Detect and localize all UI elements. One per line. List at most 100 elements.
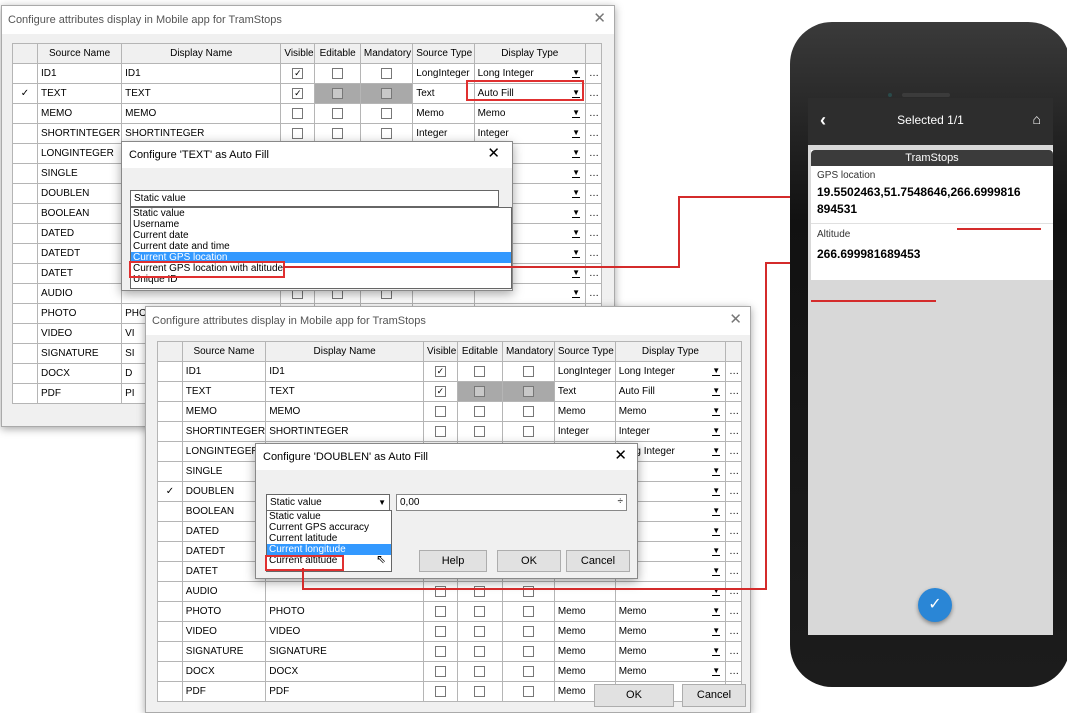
visible-checkbox-cell[interactable] xyxy=(423,661,458,682)
static-value-input[interactable]: 0,00 ÷ xyxy=(396,494,627,511)
table-row[interactable]: SIGNATURE SIGNATURE Memo Memo ▼… xyxy=(157,641,742,662)
mandatory-checkbox[interactable] xyxy=(522,425,534,437)
editable-checkbox[interactable] xyxy=(332,87,344,99)
more-options-button[interactable]: … xyxy=(585,183,602,204)
chevron-down-icon[interactable]: ▼ xyxy=(712,367,721,376)
editable-checkbox[interactable] xyxy=(474,605,486,617)
editable-checkbox-cell[interactable] xyxy=(456,621,503,642)
display-type-dropdown[interactable]: Memo ▼ xyxy=(614,641,727,662)
more-options-button[interactable]: … xyxy=(725,641,742,662)
chevron-down-icon[interactable]: ▼ xyxy=(572,169,581,178)
display-name-cell[interactable]: ID1 xyxy=(121,63,282,84)
chevron-down-icon[interactable]: ▼ xyxy=(712,567,721,576)
autofill-type-select[interactable]: Static value xyxy=(130,190,499,207)
row-selector[interactable]: ✓ xyxy=(157,481,183,502)
visible-checkbox-cell[interactable] xyxy=(423,401,458,422)
mandatory-checkbox[interactable] xyxy=(522,385,534,397)
chevron-down-icon[interactable]: ▼ xyxy=(572,229,581,238)
row-selector[interactable] xyxy=(157,541,183,562)
autofill-option[interactable]: Static value xyxy=(267,511,391,522)
chevron-down-icon[interactable]: ▼ xyxy=(712,607,721,616)
visible-checkbox[interactable] xyxy=(434,665,446,677)
visible-checkbox-cell[interactable]: ✓ xyxy=(280,63,316,84)
mandatory-checkbox[interactable] xyxy=(522,365,534,377)
visible-checkbox-cell[interactable] xyxy=(423,641,458,662)
more-options-button[interactable]: … xyxy=(725,541,742,562)
confirm-button[interactable]: ✓ xyxy=(918,588,952,622)
visible-checkbox[interactable] xyxy=(434,605,446,617)
editable-checkbox[interactable] xyxy=(474,405,486,417)
row-selector[interactable] xyxy=(12,243,38,264)
column-header[interactable]: Source Type xyxy=(412,43,475,64)
mandatory-checkbox-cell[interactable] xyxy=(359,63,414,84)
more-options-button[interactable]: … xyxy=(725,421,742,442)
visible-checkbox-cell[interactable]: ✓ xyxy=(423,361,458,382)
editable-checkbox-cell[interactable] xyxy=(456,401,503,422)
editable-checkbox[interactable] xyxy=(474,425,486,437)
display-name-cell[interactable]: DOCX xyxy=(265,661,425,682)
autofill-option[interactable]: Current GPS accuracy xyxy=(267,522,391,533)
mandatory-checkbox[interactable] xyxy=(522,665,534,677)
display-name-cell[interactable]: TEXT xyxy=(265,381,425,402)
visible-checkbox[interactable]: ✓ xyxy=(292,67,304,79)
chevron-down-icon[interactable]: ▼ xyxy=(572,209,581,218)
chevron-down-icon[interactable]: ▼ xyxy=(712,647,721,656)
table-row[interactable]: MEMO MEMO Memo Memo ▼… xyxy=(157,401,742,422)
display-type-dropdown[interactable]: Memo ▼ xyxy=(614,661,727,682)
row-selector[interactable] xyxy=(157,381,183,402)
visible-checkbox-cell[interactable]: ✓ xyxy=(280,83,316,104)
chevron-down-icon[interactable]: ▼ xyxy=(712,427,721,436)
visible-checkbox-cell[interactable] xyxy=(423,621,458,642)
visible-checkbox[interactable] xyxy=(434,685,446,697)
editable-checkbox[interactable] xyxy=(332,67,344,79)
row-selector[interactable] xyxy=(157,461,183,482)
row-selector[interactable] xyxy=(12,183,38,204)
more-options-button[interactable]: … xyxy=(585,143,602,164)
cancel-button[interactable]: Cancel xyxy=(682,684,746,707)
row-selector[interactable] xyxy=(157,421,183,442)
display-type-dropdown[interactable]: ▼ xyxy=(614,581,727,602)
table-row[interactable]: DOCX DOCX Memo Memo ▼… xyxy=(157,661,742,682)
mandatory-checkbox[interactable] xyxy=(522,685,534,697)
autofill-option[interactable]: Username xyxy=(131,219,511,230)
more-options-button[interactable]: … xyxy=(725,581,742,602)
mandatory-checkbox-cell[interactable] xyxy=(359,103,414,124)
mandatory-checkbox[interactable] xyxy=(522,405,534,417)
chevron-down-icon[interactable]: ▼ xyxy=(712,387,721,396)
chevron-down-icon[interactable]: ▼ xyxy=(572,69,581,78)
editable-checkbox[interactable] xyxy=(474,645,486,657)
editable-checkbox[interactable] xyxy=(474,385,486,397)
row-selector[interactable] xyxy=(12,363,38,384)
display-name-cell[interactable]: PDF xyxy=(265,681,425,702)
chevron-down-icon[interactable]: ▼ xyxy=(572,149,581,158)
display-name-cell[interactable]: MEMO xyxy=(121,103,282,124)
ok-button[interactable]: OK xyxy=(497,550,561,572)
editable-checkbox[interactable] xyxy=(474,665,486,677)
mandatory-checkbox[interactable] xyxy=(381,127,393,139)
table-row[interactable]: ID1 ID1 ✓ LongInteger Long Integer ▼… xyxy=(157,361,742,382)
column-header[interactable]: Editable xyxy=(314,43,361,64)
mandatory-checkbox[interactable] xyxy=(381,67,393,79)
autofill-option[interactable]: Current date xyxy=(131,230,511,241)
row-selector[interactable] xyxy=(12,263,38,284)
autofill-option[interactable]: Current longitude xyxy=(267,544,391,555)
visible-checkbox-cell[interactable] xyxy=(280,103,316,124)
visible-checkbox[interactable] xyxy=(434,645,446,657)
mandatory-checkbox-cell[interactable] xyxy=(359,83,414,104)
visible-checkbox-cell[interactable] xyxy=(423,581,458,602)
table-row[interactable]: MEMO MEMO Memo Memo ▼… xyxy=(12,103,602,124)
display-name-cell[interactable]: VIDEO xyxy=(265,621,425,642)
table-row[interactable]: VIDEO VIDEO Memo Memo ▼… xyxy=(157,621,742,642)
chevron-down-icon[interactable]: ▼ xyxy=(572,109,581,118)
home-icon[interactable]: ⌂ xyxy=(1033,111,1041,127)
visible-checkbox[interactable]: ✓ xyxy=(434,385,446,397)
visible-checkbox[interactable] xyxy=(434,625,446,637)
column-header[interactable]: Editable xyxy=(456,341,503,362)
mandatory-checkbox-cell[interactable] xyxy=(501,681,555,702)
close-icon[interactable]: ✕ xyxy=(487,144,500,164)
close-icon[interactable]: ✕ xyxy=(614,446,627,466)
ok-button[interactable]: OK xyxy=(594,684,674,707)
display-name-cell[interactable] xyxy=(265,581,425,602)
display-name-cell[interactable]: ID1 xyxy=(265,361,425,382)
row-selector[interactable] xyxy=(157,681,183,702)
